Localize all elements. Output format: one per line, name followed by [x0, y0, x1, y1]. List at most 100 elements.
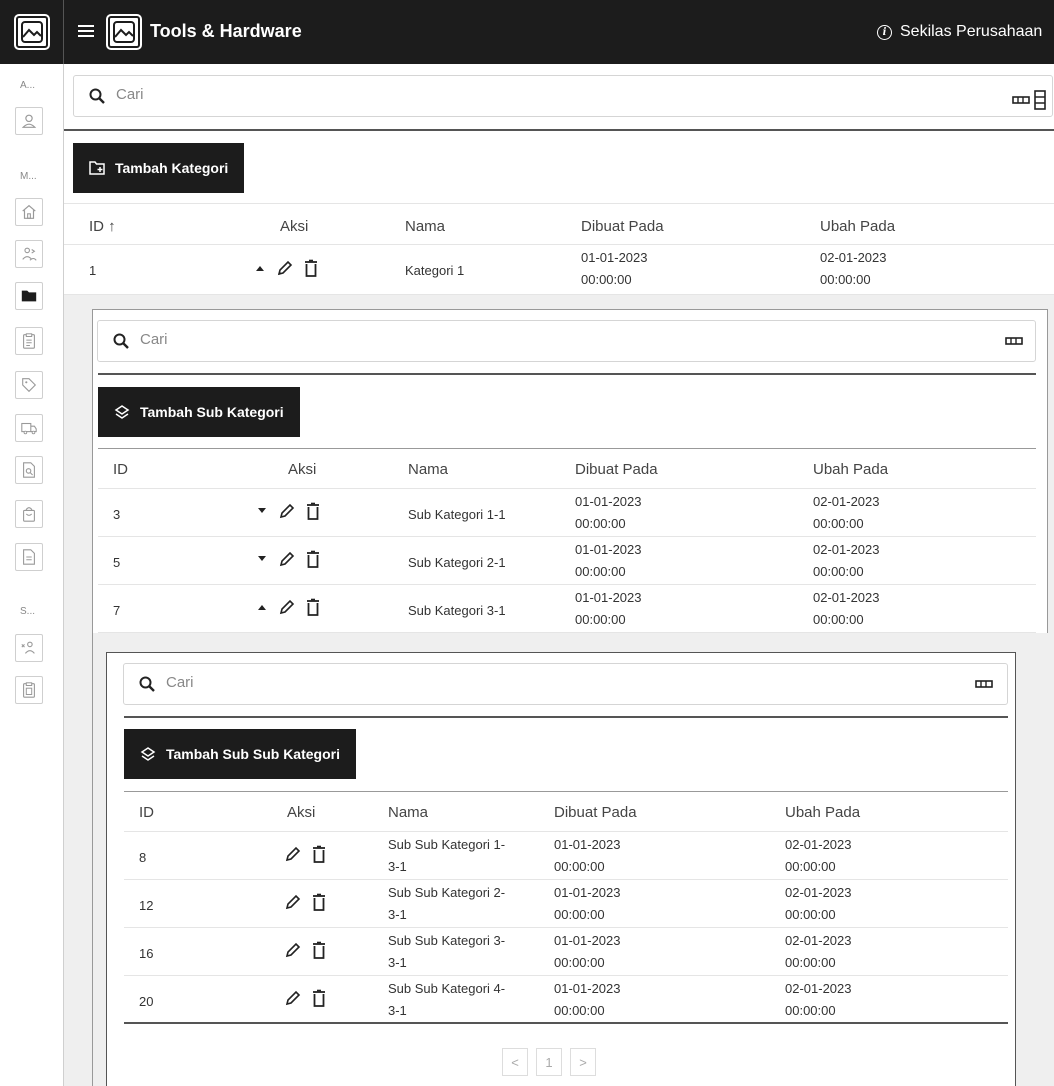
- rows-density-icon[interactable]: [1034, 90, 1046, 110]
- table-row[interactable]: 12 Sub Sub Kategori 2- 3-1 01-01-2023 00:0…: [124, 880, 1008, 928]
- tag-icon: [22, 378, 37, 393]
- sidebar-item-folder[interactable]: [15, 282, 43, 310]
- table-row[interactable]: 16 Sub Sub Kategori 3- 3-1 01-01-2023 00:0…: [124, 928, 1008, 976]
- delete-icon[interactable]: [306, 598, 320, 616]
- sidebar-item-clipboard[interactable]: [15, 327, 43, 355]
- columns-icon[interactable]: [975, 678, 993, 690]
- edit-icon[interactable]: [284, 989, 302, 1007]
- clipboard-paste-icon: [23, 682, 35, 698]
- column-header-dibuat[interactable]: Dibuat Pada: [575, 461, 658, 478]
- image-icon: [14, 14, 50, 50]
- prev-page-button[interactable]: <: [502, 1048, 528, 1076]
- column-header-ubah[interactable]: Ubah Pada: [785, 804, 860, 821]
- column-header-ubah[interactable]: Ubah Pada: [813, 461, 888, 478]
- column-header-nama[interactable]: Nama: [388, 804, 428, 821]
- edit-icon[interactable]: [284, 893, 302, 911]
- cell-id: 7: [113, 603, 121, 618]
- sub-category-search-input[interactable]: [140, 331, 703, 348]
- cell-created-date: 01-01-2023: [554, 885, 621, 900]
- column-header-dibuat[interactable]: Dibuat Pada: [554, 804, 637, 821]
- cell-updated-date: 02-01-2023: [820, 250, 887, 265]
- search-document-icon: [23, 462, 35, 478]
- edit-icon[interactable]: [276, 259, 294, 277]
- delete-icon[interactable]: [306, 550, 320, 568]
- hamburger-menu-icon[interactable]: [78, 22, 94, 42]
- table-row[interactable]: 20 Sub Sub Kategori 4- 3-1 01-01-2023 00:0…: [124, 976, 1008, 1024]
- category-search-input[interactable]: [116, 86, 703, 103]
- column-header-id[interactable]: ID: [139, 804, 154, 821]
- delete-icon[interactable]: [306, 502, 320, 520]
- collapse-icon[interactable]: [254, 263, 266, 273]
- sidebar-item-delivery[interactable]: [15, 414, 43, 442]
- user-icon: [21, 114, 37, 128]
- column-header-id[interactable]: ID: [113, 461, 128, 478]
- delete-icon[interactable]: [312, 893, 326, 911]
- table-row[interactable]: 3 Sub Kategori 1-1 01-01-2023 00:00:00 02…: [98, 489, 1036, 537]
- table-row[interactable]: 8 Sub Sub Kategori 1- 3-1 01-01-2023 00:00…: [124, 832, 1008, 880]
- columns-icon[interactable]: [1005, 335, 1023, 347]
- delete-icon[interactable]: [312, 941, 326, 959]
- sub-sub-category-panel: Tambah Sub Sub Kategori ID Aksi Nama Dib…: [106, 652, 1016, 1086]
- table-row[interactable]: 7 Sub Kategori 3-1 01-01-2023 00:00:00 02…: [98, 585, 1036, 633]
- table-row[interactable]: 1 Kategori 1 01-01-2023 00:00:00 02-01-20…: [64, 245, 1054, 295]
- column-header-nama[interactable]: Nama: [405, 218, 445, 235]
- column-header-aksi[interactable]: Aksi: [280, 218, 308, 235]
- add-category-button[interactable]: Tambah Kategori: [73, 143, 245, 193]
- page-1-button[interactable]: 1: [536, 1048, 562, 1076]
- sidebar-item-remove-users[interactable]: [15, 634, 43, 662]
- column-header-aksi[interactable]: Aksi: [287, 804, 315, 821]
- add-sub-category-label: Tambah Sub Kategori: [140, 404, 284, 420]
- edit-icon[interactable]: [284, 941, 302, 959]
- table-row[interactable]: 5 Sub Kategori 2-1 01-01-2023 00:00:00 02…: [98, 537, 1036, 585]
- add-sub-sub-category-button[interactable]: Tambah Sub Sub Kategori: [124, 729, 356, 779]
- cell-updated-time: 00:00:00: [813, 612, 864, 627]
- collapse-icon[interactable]: [256, 602, 268, 612]
- cell-created-date: 01-01-2023: [581, 250, 648, 265]
- cell-updated-time: 00:00:00: [813, 516, 864, 531]
- expand-icon[interactable]: [256, 554, 268, 564]
- sidebar-item-bag[interactable]: [15, 500, 43, 528]
- cell-nama-line2: 3-1: [388, 1003, 407, 1018]
- column-header-nama[interactable]: Nama: [408, 461, 448, 478]
- delete-icon[interactable]: [312, 989, 326, 1007]
- column-header-id[interactable]: ID ↑: [89, 218, 116, 235]
- column-header-aksi[interactable]: Aksi: [288, 461, 316, 478]
- edit-icon[interactable]: [278, 502, 296, 520]
- app-logo[interactable]: [0, 0, 64, 64]
- sub-sub-category-table-header: ID Aksi Nama Dibuat Pada Ubah Pada: [124, 792, 1008, 832]
- cell-updated-time: 00:00:00: [785, 859, 836, 874]
- company-info-link[interactable]: i Sekilas Perusahaan: [877, 23, 1042, 41]
- sidebar-item-users[interactable]: [15, 240, 43, 268]
- next-page-button[interactable]: >: [570, 1048, 596, 1076]
- add-category-label: Tambah Kategori: [115, 160, 229, 176]
- cell-created-time: 00:00:00: [575, 516, 626, 531]
- users-icon: [22, 247, 37, 261]
- add-sub-sub-category-label: Tambah Sub Sub Kategori: [166, 746, 340, 762]
- column-header-dibuat[interactable]: Dibuat Pada: [581, 218, 664, 235]
- cell-created-time: 00:00:00: [554, 907, 605, 922]
- cell-nama-line2: 3-1: [388, 859, 407, 874]
- sidebar-item-tag[interactable]: [15, 371, 43, 399]
- delete-icon[interactable]: [304, 259, 318, 277]
- column-header-ubah[interactable]: Ubah Pada: [820, 218, 895, 235]
- cell-created-time: 00:00:00: [575, 612, 626, 627]
- sidebar-item-search-document[interactable]: [15, 456, 43, 484]
- shopping-bag-icon: [23, 507, 35, 522]
- edit-icon[interactable]: [278, 550, 296, 568]
- edit-icon[interactable]: [284, 845, 302, 863]
- cell-created-time: 00:00:00: [554, 955, 605, 970]
- sidebar-item-clipboard-paste[interactable]: [15, 676, 43, 704]
- sidebar-item-home[interactable]: [15, 198, 43, 226]
- edit-icon[interactable]: [278, 598, 296, 616]
- cell-nama-line1: Sub Sub Kategori 1-: [388, 837, 506, 852]
- delete-icon[interactable]: [312, 845, 326, 863]
- sub-sub-category-search-input[interactable]: [166, 674, 696, 691]
- sidebar-item-user[interactable]: [15, 107, 43, 135]
- add-sub-category-button[interactable]: Tambah Sub Kategori: [98, 387, 300, 437]
- expand-icon[interactable]: [256, 506, 268, 516]
- sidebar-item-file[interactable]: [15, 543, 43, 571]
- cell-updated-time: 00:00:00: [813, 564, 864, 579]
- columns-icon[interactable]: [1012, 94, 1030, 106]
- sub-sub-category-search-bar: [123, 663, 1008, 705]
- category-search-bar: [73, 75, 1053, 117]
